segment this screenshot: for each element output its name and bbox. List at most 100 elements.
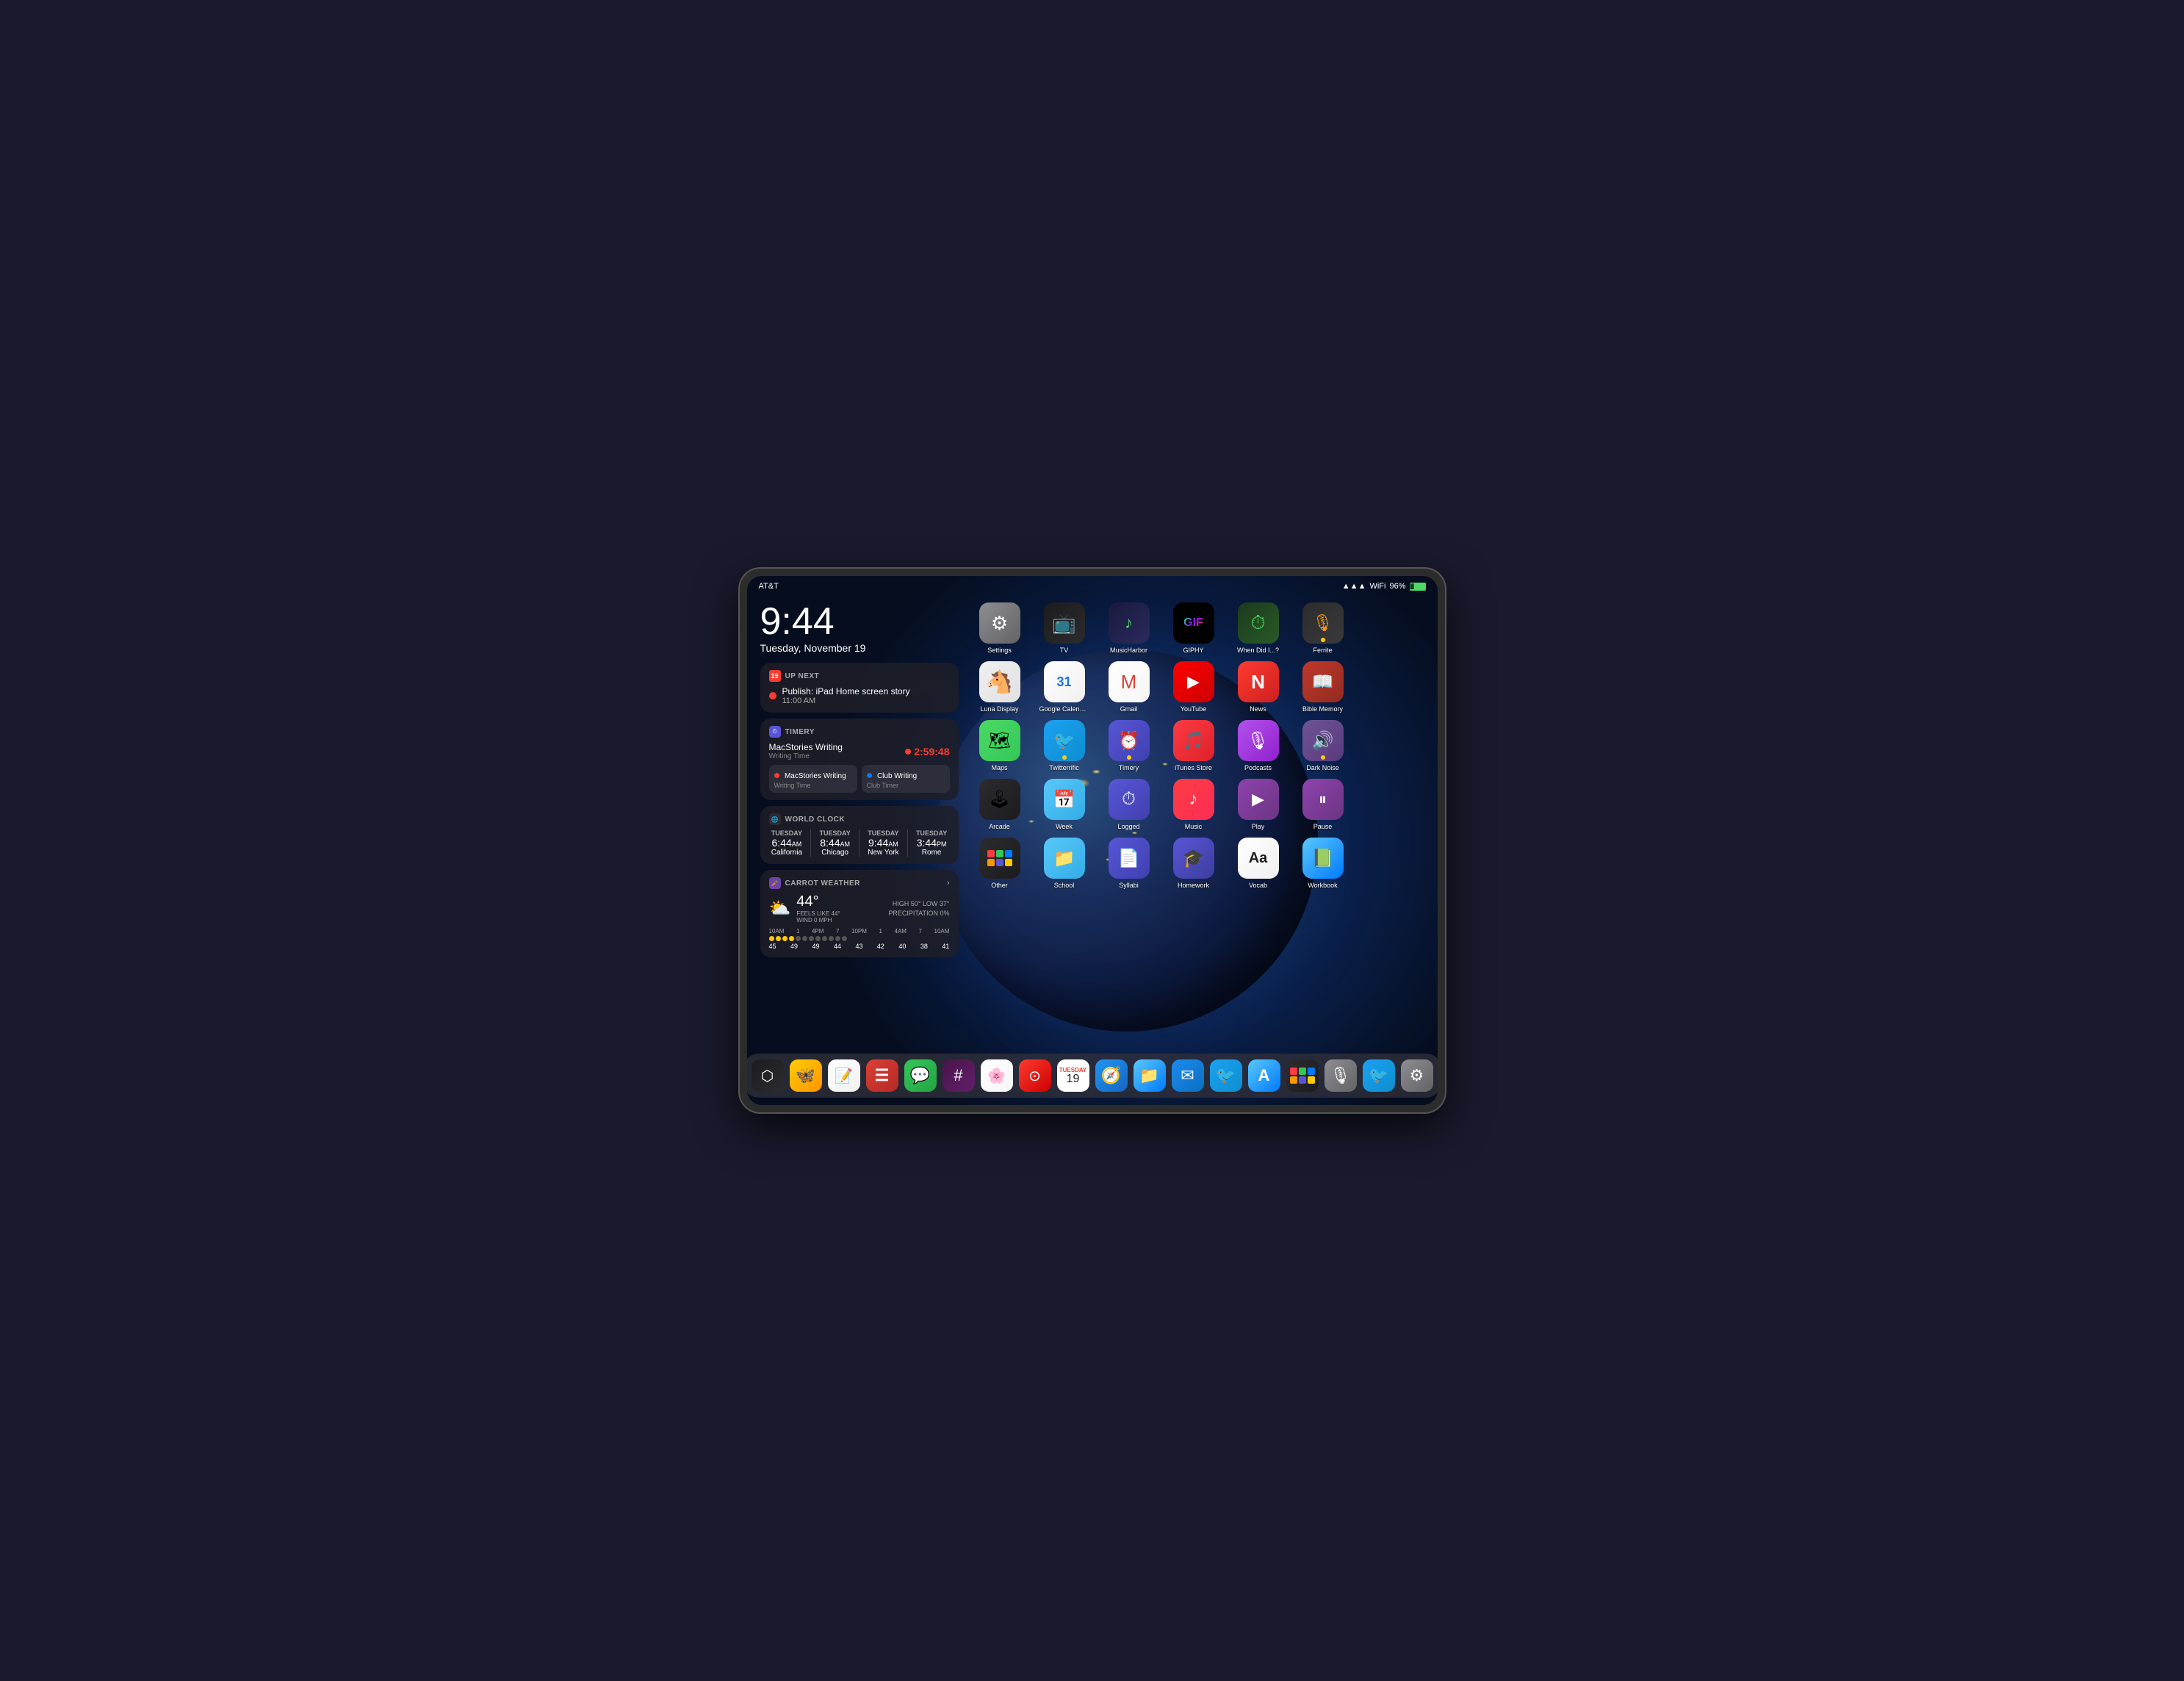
luna-icon[interactable]: 🐴 [979,661,1020,702]
dock-calendar[interactable]: Tuesday 19 [1057,1059,1089,1092]
dock-photos[interactable]: 🌸 [981,1059,1013,1092]
app-musicharbor[interactable]: ♪ MusicHarbor [1104,602,1154,654]
dock-safari[interactable]: 🧭 [1095,1059,1128,1092]
app-news[interactable]: N News [1233,661,1283,713]
dock-reminders-icon[interactable]: ⊙ [1019,1059,1051,1092]
dock-reminders[interactable]: ⊙ [1019,1059,1051,1092]
app-pause[interactable]: ⏸ Pause [1298,779,1348,830]
app-bible[interactable]: 📖 Bible Memory [1298,661,1348,713]
app-workbook[interactable]: 📗 Workbook [1298,838,1348,889]
dock-todoist-icon[interactable]: ☰ [866,1059,898,1092]
workbook-icon[interactable]: 📗 [1302,838,1344,879]
dock-twitter-icon[interactable]: 🐦 [1210,1059,1242,1092]
dock-messages-icon[interactable]: 💬 [904,1059,937,1092]
app-play[interactable]: ▶ Play [1233,779,1283,830]
app-homework[interactable]: 🎓 Homework [1169,838,1219,889]
app-whendidit[interactable]: ⏱ When Did I...? [1233,602,1283,654]
dock-messages[interactable]: 💬 [904,1059,937,1092]
school-icon[interactable]: 📁 [1044,838,1085,879]
weather-dot-1 [769,936,774,941]
app-gcal[interactable]: 31 Google Calendar [1039,661,1089,713]
dock-launchpad-icon[interactable] [1286,1059,1319,1092]
app-syllabi[interactable]: 📄 Syllabi [1104,838,1154,889]
app-tv[interactable]: 📺 TV [1039,602,1089,654]
gmail-icon[interactable]: M [1109,661,1150,702]
weather-temp-display: 44° [796,893,840,910]
youtube-icon[interactable]: ▶ [1173,661,1214,702]
upnext-header: 19 UP NEXT [769,670,950,682]
whendidit-icon[interactable]: ⏱ [1238,602,1279,644]
maps-icon[interactable]: 🗺 [979,720,1020,761]
app-giphy[interactable]: GIF GIPHY [1169,602,1219,654]
app-other[interactable]: Other [975,838,1025,889]
dock-appstore-icon[interactable]: A [1248,1059,1280,1092]
app-podcasts[interactable]: 🎙 Podcasts [1233,720,1283,771]
week-icon[interactable]: 📅 [1044,779,1085,820]
dock-mic[interactable]: 🎙 [1325,1059,1357,1092]
dock-safari-icon[interactable]: 🧭 [1095,1059,1128,1092]
vocab-icon[interactable]: Aa [1238,838,1279,879]
pause-icon[interactable]: ⏸ [1302,779,1344,820]
dock-touch-icon[interactable]: ⬡ [752,1059,784,1092]
podcasts-icon[interactable]: 🎙 [1238,720,1279,761]
app-maps[interactable]: 🗺 Maps [975,720,1025,771]
app-luna[interactable]: 🐴 Luna Display [975,661,1025,713]
app-gmail[interactable]: M Gmail [1104,661,1154,713]
dock-touch[interactable]: ⬡ [752,1059,784,1092]
dock-appstore[interactable]: A [1248,1059,1280,1092]
dock-mail-icon[interactable]: ✉ [1172,1059,1204,1092]
dock-files[interactable]: 📁 [1134,1059,1166,1092]
timery-app-icon[interactable]: ⏰ [1109,720,1150,761]
dock-slack[interactable]: # [943,1059,975,1092]
homework-icon[interactable]: 🎓 [1173,838,1214,879]
tv-icon[interactable]: 📺 [1044,602,1085,644]
app-vocab[interactable]: Aa Vocab [1233,838,1283,889]
dock-files-icon[interactable]: 📁 [1134,1059,1166,1092]
app-music[interactable]: ♪ Music [1169,779,1219,830]
dock-settings-icon[interactable]: ⚙ [1401,1059,1433,1092]
music-icon[interactable]: ♪ [1173,779,1214,820]
app-arcade[interactable]: 🕹 Arcade [975,779,1025,830]
dock-slack-icon[interactable]: # [943,1059,975,1092]
dock-twitterrific[interactable]: 🐦 [1363,1059,1395,1092]
dock-tes-icon[interactable]: 🦋 [790,1059,822,1092]
app-darknoise[interactable]: 🔊 Dark Noise [1298,720,1348,771]
dock-calendar-icon[interactable]: Tuesday 19 [1057,1059,1089,1092]
gcal-icon[interactable]: 31 [1044,661,1085,702]
settings-icon[interactable]: ⚙ [979,602,1020,644]
syllabi-icon[interactable]: 📄 [1109,838,1150,879]
darknoise-icon[interactable]: 🔊 [1302,720,1344,761]
app-twitterrific[interactable]: 🐦 Twitterrific [1039,720,1089,771]
app-timery[interactable]: ⏰ Timery [1104,720,1154,771]
arcade-icon[interactable]: 🕹 [979,779,1020,820]
dock-twitter[interactable]: 🐦 [1210,1059,1242,1092]
app-settings[interactable]: ⚙ Settings [975,602,1025,654]
musicharbor-icon[interactable]: ♪ [1109,602,1150,644]
bible-icon[interactable]: 📖 [1302,661,1344,702]
dock-twitterrific-icon[interactable]: 🐦 [1363,1059,1395,1092]
app-youtube[interactable]: ▶ YouTube [1169,661,1219,713]
dock-notes-icon[interactable]: 📝 [828,1059,860,1092]
app-week[interactable]: 📅 Week [1039,779,1089,830]
dock-launchpad[interactable] [1286,1059,1319,1092]
dock-photos-icon[interactable]: 🌸 [981,1059,1013,1092]
logged-icon[interactable]: ⏱ [1109,779,1150,820]
itunesstore-icon[interactable]: 🎵 [1173,720,1214,761]
dock-settings[interactable]: ⚙ [1401,1059,1433,1092]
news-icon[interactable]: N [1238,661,1279,702]
app-school[interactable]: 📁 School [1039,838,1089,889]
other-icon[interactable] [979,838,1020,879]
ferrite-icon[interactable]: 🎙 [1302,602,1344,644]
dock-mic-icon[interactable]: 🎙 [1325,1059,1357,1092]
wc-chicago: TUESDAY 8:44AM Chicago [817,829,853,857]
app-itunesstore[interactable]: 🎵 iTunes Store [1169,720,1219,771]
play-icon[interactable]: ▶ [1238,779,1279,820]
twitterrific-icon[interactable]: 🐦 [1044,720,1085,761]
dock-tes[interactable]: 🦋 [790,1059,822,1092]
dock-todoist[interactable]: ☰ [866,1059,898,1092]
dock-mail[interactable]: ✉ [1172,1059,1204,1092]
dock-notes[interactable]: 📝 [828,1059,860,1092]
app-logged[interactable]: ⏱ Logged [1104,779,1154,830]
app-ferrite[interactable]: 🎙 Ferrite [1298,602,1348,654]
giphy-icon[interactable]: GIF [1173,602,1214,644]
